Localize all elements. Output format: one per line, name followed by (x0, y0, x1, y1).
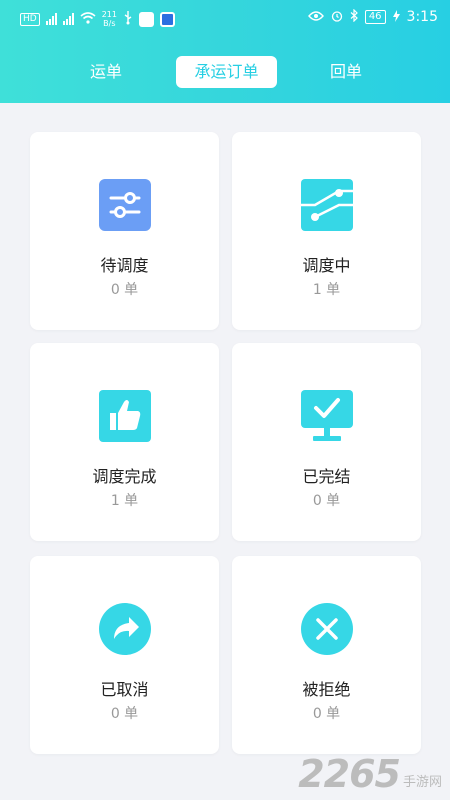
card-count: 1 单 (312, 282, 341, 298)
tab-receipt[interactable]: 回单 (320, 56, 372, 88)
signal-icon (62, 13, 74, 25)
card-title: 已完结 (302, 467, 351, 486)
card-title: 已取消 (100, 680, 149, 699)
card-title: 被拒绝 (302, 680, 351, 699)
clock: 3:15 (406, 9, 438, 25)
sliders-icon (99, 179, 151, 231)
eye-icon (307, 10, 324, 24)
network-speed-unit: B/s (103, 19, 116, 28)
card-title: 调度完成 (92, 467, 157, 486)
card-title: 调度中 (302, 256, 351, 275)
card-pending-dispatch[interactable]: 待调度 0 单 (30, 132, 219, 330)
header: HD 211 B/s 46 3:15 运单 承运订单 回单 (0, 0, 450, 103)
tab-bar: 运单 承运订单 回单 (0, 56, 450, 88)
thumbs-up-icon (99, 390, 151, 442)
battery-icon: 46 (364, 10, 386, 24)
signal-icon (45, 13, 57, 25)
close-x-icon (301, 603, 353, 655)
status-bar: HD 211 B/s 46 3:15 (0, 0, 450, 34)
network-speed-value: 211 (101, 10, 117, 19)
bluetooth-icon (350, 8, 358, 25)
tab-carrier-orders[interactable]: 承运订单 (176, 56, 277, 88)
network-speed: 211 B/s (102, 10, 117, 28)
charging-icon (392, 9, 400, 25)
status-right: 46 3:15 (307, 8, 438, 25)
monitor-check-icon (301, 390, 353, 442)
status-left: HD 211 B/s (20, 10, 175, 28)
card-dispatch-complete[interactable]: 调度完成 1 单 (30, 343, 219, 541)
wifi-icon (80, 11, 96, 27)
share-arrow-icon (99, 603, 151, 655)
card-count: 0 单 (312, 706, 341, 722)
card-finished[interactable]: 已完结 0 单 (232, 343, 421, 541)
card-rejected[interactable]: 被拒绝 0 单 (232, 556, 421, 754)
card-count: 0 单 (110, 706, 139, 722)
watermark-text: 手游网 (402, 775, 442, 790)
card-count: 0 单 (312, 493, 341, 509)
watermark: 2265 手游网 (298, 754, 442, 794)
app-notification-icon (138, 11, 154, 27)
card-count: 1 单 (110, 493, 139, 509)
card-cancelled[interactable]: 已取消 0 单 (30, 556, 219, 754)
card-title: 待调度 (100, 256, 149, 275)
route-nodes-icon (301, 179, 353, 231)
card-dispatching[interactable]: 调度中 1 单 (232, 132, 421, 330)
usb-icon (123, 10, 133, 28)
tab-waybill[interactable]: 运单 (80, 56, 132, 88)
watermark-number: 2265 (298, 752, 401, 796)
hd-badge: HD (20, 12, 40, 26)
card-count: 0 单 (110, 282, 139, 298)
alarm-icon (331, 10, 343, 25)
app-notification-icon (159, 11, 175, 27)
